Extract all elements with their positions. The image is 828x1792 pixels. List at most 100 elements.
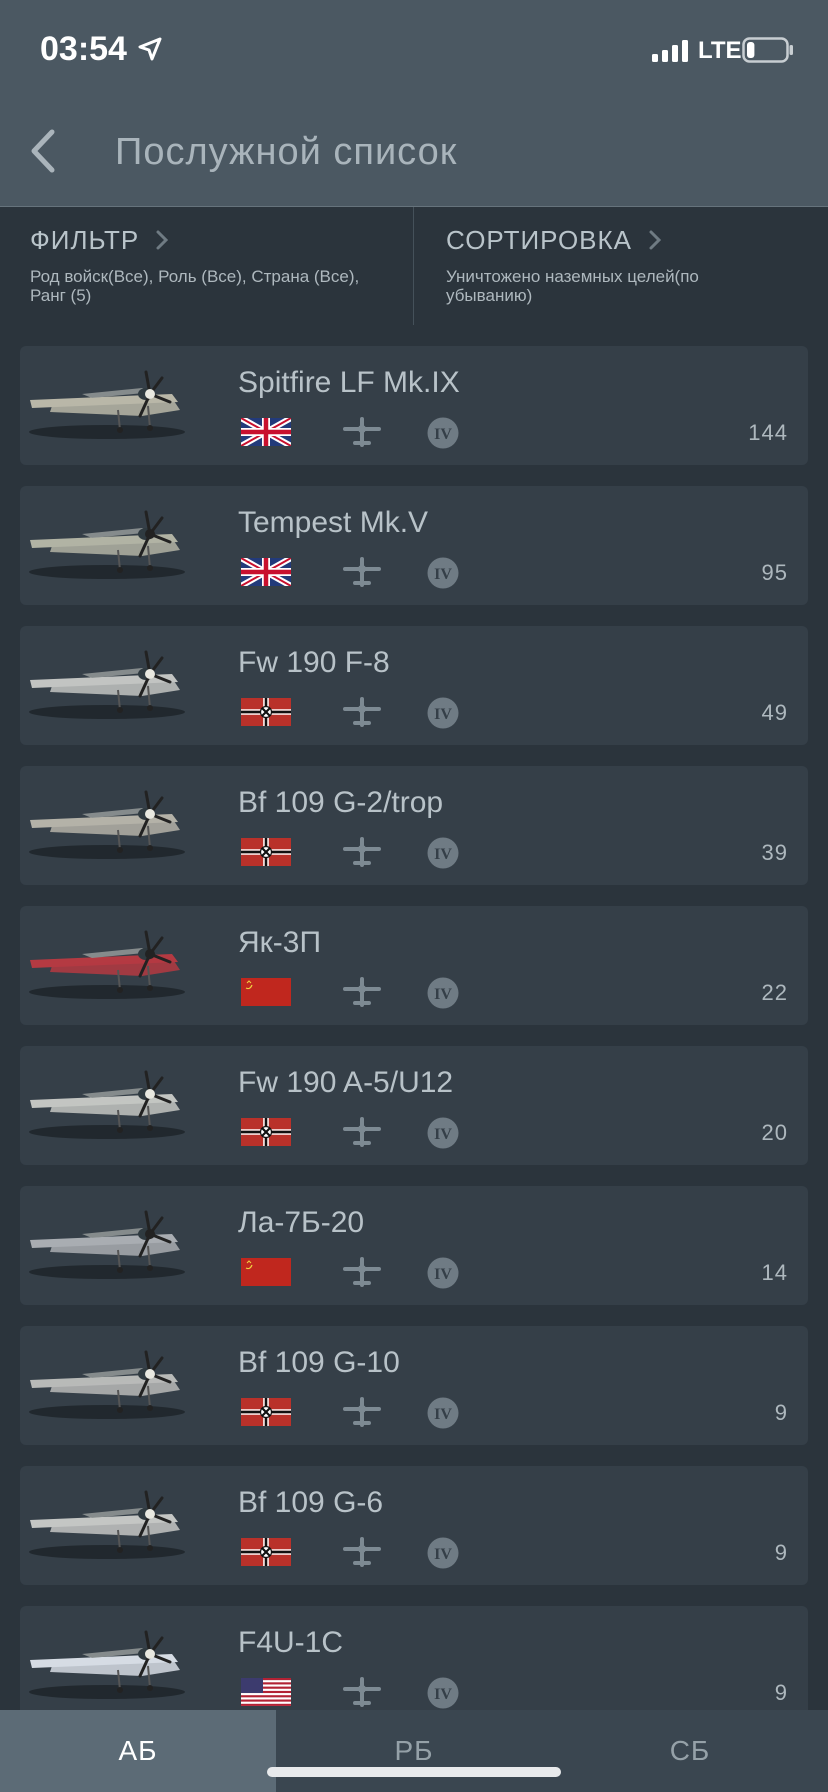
header: 03:54 LTE Послужной список bbox=[0, 0, 828, 207]
ground-kills-count: 9 bbox=[774, 1680, 788, 1705]
chevron-right-icon bbox=[155, 227, 169, 258]
tab-ab[interactable]: АБ bbox=[0, 1710, 276, 1792]
fighter-plane-icon bbox=[342, 837, 382, 872]
vehicle-name: Ла-7Б-20 bbox=[238, 1206, 365, 1239]
aircraft-image bbox=[22, 1614, 192, 1719]
vehicle-card[interactable]: Ла-7Б-20 IV 14 bbox=[20, 1186, 808, 1305]
svg-text:IV: IV bbox=[434, 426, 452, 443]
tab-rb[interactable]: РБ bbox=[276, 1710, 552, 1792]
filter-button[interactable]: ФИЛЬТР Род войск(Все), Роль (Все), Стран… bbox=[0, 207, 414, 325]
vehicle-card[interactable]: Як-3П IV 22 bbox=[20, 906, 808, 1025]
svg-text:IV: IV bbox=[434, 566, 452, 583]
filter-title: ФИЛЬТР bbox=[30, 225, 140, 255]
ground-kills-count: 22 bbox=[761, 980, 788, 1005]
home-indicator bbox=[267, 1767, 561, 1777]
svg-text:IV: IV bbox=[434, 1266, 452, 1283]
tab-sb[interactable]: СБ bbox=[552, 1710, 828, 1792]
fighter-plane-icon bbox=[342, 977, 382, 1012]
svg-text:IV: IV bbox=[434, 986, 452, 1003]
svg-text:IV: IV bbox=[434, 1406, 452, 1423]
rank-iv-icon: IV bbox=[426, 1116, 460, 1155]
sort-button[interactable]: СОРТИРОВКА Уничтожено наземных целей(по … bbox=[414, 207, 828, 325]
usa-flag-icon bbox=[241, 1678, 291, 1706]
ground-kills-count: 9 bbox=[774, 1400, 788, 1425]
ground-kills-count: 20 bbox=[761, 1120, 788, 1145]
vehicle-list: Spitfire LF Mk.IX IV 144 Tempest Mk.V IV 95 Fw… bbox=[0, 325, 828, 1725]
fighter-plane-icon bbox=[342, 697, 382, 732]
rank-iv-icon: IV bbox=[426, 416, 460, 455]
status-time: 03:54 bbox=[40, 30, 127, 68]
vehicle-card[interactable]: Bf 109 G-2/trop IV 39 bbox=[20, 766, 808, 885]
network-label: LTE bbox=[698, 37, 742, 64]
ground-kills-count: 95 bbox=[761, 560, 788, 585]
rank-iv-icon: IV bbox=[426, 1396, 460, 1435]
ground-kills-count: 9 bbox=[774, 1540, 788, 1565]
aircraft-image bbox=[22, 494, 192, 599]
aircraft-image bbox=[22, 354, 192, 459]
sort-title: СОРТИРОВКА bbox=[446, 225, 632, 255]
vehicle-card[interactable]: Spitfire LF Mk.IX IV 144 bbox=[20, 346, 808, 465]
fighter-plane-icon bbox=[342, 1257, 382, 1292]
germany-flag-icon bbox=[241, 1118, 291, 1146]
vehicle-card[interactable]: Bf 109 G-6 IV 9 bbox=[20, 1466, 808, 1585]
ground-kills-count: 49 bbox=[761, 700, 788, 725]
ground-kills-count: 39 bbox=[761, 840, 788, 865]
tab-bar: АБ РБ СБ bbox=[0, 1710, 828, 1792]
vehicle-name: Як-3П bbox=[238, 926, 322, 959]
vehicle-card[interactable]: Tempest Mk.V IV 95 bbox=[20, 486, 808, 605]
ground-kills-count: 144 bbox=[748, 420, 788, 445]
aircraft-image bbox=[22, 774, 192, 879]
vehicle-name: Fw 190 A-5/U12 bbox=[238, 1066, 454, 1099]
svg-text:IV: IV bbox=[434, 1126, 452, 1143]
fighter-plane-icon bbox=[342, 1117, 382, 1152]
ussr-flag-icon bbox=[241, 1258, 291, 1286]
battery-icon bbox=[742, 37, 794, 68]
uk-flag-icon bbox=[239, 415, 293, 449]
svg-text:IV: IV bbox=[434, 1686, 452, 1703]
ussr-flag-icon bbox=[241, 978, 291, 1006]
vehicle-name: Bf 109 G-10 bbox=[238, 1346, 400, 1379]
fighter-plane-icon bbox=[342, 417, 382, 452]
vehicle-name: Fw 190 F-8 bbox=[238, 646, 390, 679]
germany-flag-icon bbox=[241, 698, 291, 726]
rank-iv-icon: IV bbox=[426, 556, 460, 595]
svg-text:IV: IV bbox=[434, 1546, 452, 1563]
fighter-plane-icon bbox=[342, 1397, 382, 1432]
rank-iv-icon: IV bbox=[426, 976, 460, 1015]
rank-iv-icon: IV bbox=[426, 1256, 460, 1295]
germany-flag-icon bbox=[241, 1398, 291, 1426]
vehicle-card[interactable]: Fw 190 F-8 IV 49 bbox=[20, 626, 808, 745]
ground-kills-count: 14 bbox=[761, 1260, 788, 1285]
vehicle-name: F4U-1C bbox=[238, 1626, 344, 1659]
uk-flag-icon bbox=[239, 555, 293, 589]
aircraft-image bbox=[22, 1474, 192, 1579]
aircraft-image bbox=[22, 914, 192, 1019]
germany-flag-icon bbox=[241, 1538, 291, 1566]
aircraft-image bbox=[22, 1194, 192, 1299]
vehicle-card[interactable]: Bf 109 G-10 IV 9 bbox=[20, 1326, 808, 1445]
aircraft-image bbox=[22, 1054, 192, 1159]
sort-value: Уничтожено наземных целей(по убыванию) bbox=[446, 267, 699, 305]
vehicle-name: Bf 109 G-6 bbox=[238, 1486, 384, 1519]
back-button[interactable] bbox=[24, 126, 64, 176]
fighter-plane-icon bbox=[342, 1537, 382, 1572]
vehicle-name: Tempest Mk.V bbox=[238, 506, 429, 539]
aircraft-image bbox=[22, 1334, 192, 1439]
aircraft-image bbox=[22, 634, 192, 739]
filter-sort-bar: ФИЛЬТР Род войск(Все), Роль (Все), Стран… bbox=[0, 207, 828, 325]
signal-icon bbox=[652, 40, 690, 67]
vehicle-name: Bf 109 G-2/trop bbox=[238, 786, 444, 819]
vehicle-name: Spitfire LF Mk.IX bbox=[238, 366, 460, 399]
chevron-right-icon bbox=[648, 227, 662, 258]
location-arrow-icon bbox=[137, 36, 163, 67]
page-title: Послужной список bbox=[115, 131, 458, 173]
svg-text:IV: IV bbox=[434, 706, 452, 723]
germany-flag-icon bbox=[241, 838, 291, 866]
vehicle-card[interactable]: Fw 190 A-5/U12 IV 20 bbox=[20, 1046, 808, 1165]
rank-iv-icon: IV bbox=[426, 696, 460, 735]
rank-iv-icon: IV bbox=[426, 836, 460, 875]
filter-value: Род войск(Все), Роль (Все), Страна (Все)… bbox=[30, 267, 360, 305]
svg-text:IV: IV bbox=[434, 846, 452, 863]
vehicle-card[interactable]: F4U-1C IV 9 bbox=[20, 1606, 808, 1725]
fighter-plane-icon bbox=[342, 1677, 382, 1712]
